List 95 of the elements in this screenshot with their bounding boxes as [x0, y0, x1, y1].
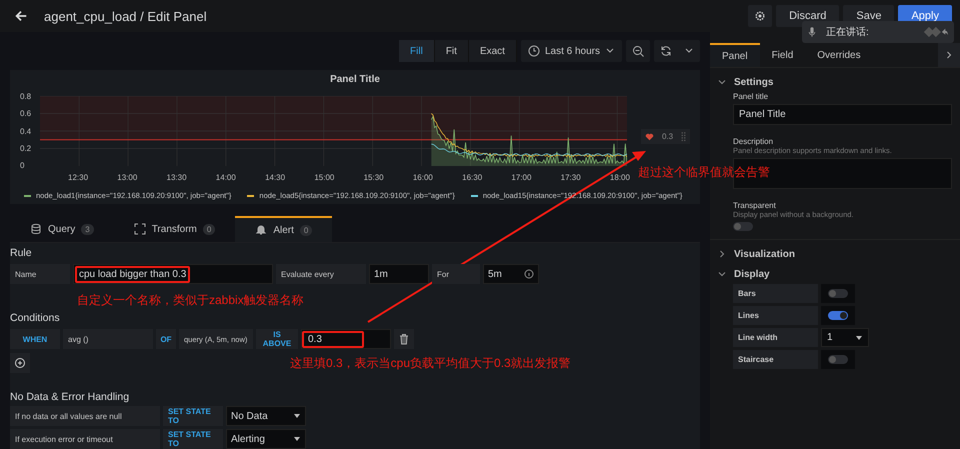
reducer-selector[interactable]: avg (): [63, 329, 153, 349]
settings-button[interactable]: [748, 5, 772, 27]
x-axis-label: 17:30: [560, 173, 581, 182]
toggle-switch[interactable]: [828, 355, 848, 364]
for-field[interactable]: 5m: [483, 264, 539, 284]
threshold-handle[interactable]: 0.3: [641, 129, 690, 144]
x-axis-label: 17:00: [511, 173, 532, 182]
annotation-text: 这里填0.3，表示当cpu负载平均值大于0.3就出发报警: [290, 355, 571, 372]
field-label: If no data or all values are null: [10, 406, 160, 426]
options-tab[interactable]: Panel: [710, 43, 760, 67]
field-label: Name: [10, 264, 70, 284]
evaluate-field[interactable]: 1m: [369, 264, 429, 284]
caret-icon: [855, 334, 863, 340]
field-label: If execution error or timeout: [10, 429, 160, 449]
panel-title: Panel Title: [329, 74, 381, 87]
toggle-switch[interactable]: [828, 289, 848, 298]
time-range-picker[interactable]: Last 6 hours: [520, 40, 622, 62]
section-heading: No Data & Error Handling: [10, 391, 130, 403]
trash-icon: [398, 333, 410, 345]
transform-icon: [134, 223, 146, 236]
y-axis-label: 0.4: [20, 126, 32, 136]
keyword-label: SET STATE TO: [163, 406, 223, 426]
plus-icon: [14, 357, 26, 369]
editor-tab[interactable]: Transform 0: [114, 216, 236, 242]
x-axis-label: 14:30: [265, 173, 286, 182]
caret-icon: [293, 436, 301, 442]
x-axis-label: 13:00: [117, 173, 138, 182]
option-label: Staircase: [733, 350, 818, 369]
zoom-out-icon: [632, 45, 644, 57]
threshold-field[interactable]: 0.3: [301, 329, 391, 349]
x-axis-label: 16:30: [462, 173, 482, 182]
section-header[interactable]: Display: [718, 264, 770, 284]
add-condition-button[interactable]: [10, 353, 30, 373]
view-mode-button[interactable]: Fill: [399, 40, 435, 62]
option-label: Line width: [733, 328, 818, 347]
voice-status: 正在讲话:: [826, 26, 869, 39]
back-icon[interactable]: [14, 9, 28, 23]
x-axis-label: 18:00: [610, 173, 630, 182]
microphone-icon: [808, 26, 816, 38]
view-mode-button[interactable]: Fit: [434, 40, 469, 62]
chevron-right-icon: [944, 50, 954, 60]
toggle-switch[interactable]: [828, 311, 848, 320]
option-label: Lines: [733, 306, 818, 325]
option-label: Transparent: [733, 201, 777, 210]
state-dropdown[interactable]: No Data: [226, 406, 306, 426]
clock-icon: [528, 45, 540, 57]
editor-tab[interactable]: Alert 0: [235, 216, 332, 242]
option-label: Description: [733, 137, 774, 146]
drag-handle-icon: [681, 132, 686, 142]
options-tab[interactable]: Field: [760, 43, 806, 67]
state-dropdown[interactable]: Alerting: [226, 429, 306, 449]
caret-icon: [293, 413, 301, 419]
refresh-icon: [660, 45, 672, 57]
section-header[interactable]: Settings: [718, 72, 774, 92]
line-width-dropdown[interactable]: 1: [821, 328, 869, 347]
panel-title-field[interactable]: Panel Title: [733, 104, 952, 125]
keyword-label: WHEN: [10, 329, 60, 349]
info-icon: [524, 269, 534, 279]
highlighted-value: 0.3: [302, 330, 364, 348]
annotation-text: 超过这个临界值就会告警: [638, 164, 770, 181]
options-tab[interactable]: Overrides: [805, 43, 873, 67]
section-header[interactable]: Visualization: [718, 244, 795, 264]
x-axis-label: 16:00: [412, 173, 433, 182]
y-axis-label: 0.8: [20, 92, 32, 101]
x-axis-label: 15:30: [364, 173, 384, 182]
bell-icon: [255, 224, 268, 236]
zoom-out-button[interactable]: [626, 40, 650, 62]
toggle-switch[interactable]: [733, 222, 753, 231]
x-axis-label: 15:00: [314, 173, 334, 182]
x-axis-label: 14:00: [216, 173, 236, 182]
section-heading: Rule: [10, 247, 33, 259]
page-title: agent_cpu_load / Edit Panel: [44, 8, 207, 24]
delete-button[interactable]: [394, 329, 414, 349]
x-axis-label: 13:30: [166, 173, 187, 182]
annotation-text: 自定义一个名称，类似于zabbix触发器名称: [77, 292, 305, 306]
highlighted-value: cpu load bigger than 0.3: [75, 266, 190, 282]
evaluator-selector[interactable]: IS ABOVE: [256, 329, 298, 349]
option-label: Bars: [733, 284, 818, 303]
reply-icon[interactable]: [922, 26, 948, 38]
keyword-label: SET STATE TO: [163, 429, 223, 449]
x-axis-label: 12:30: [68, 173, 88, 182]
settings-icon: [754, 10, 766, 22]
field-label: For: [432, 264, 480, 284]
option-label: Panel title: [733, 92, 770, 101]
editor-tab[interactable]: Query 3: [10, 216, 114, 242]
heart-icon: [645, 132, 654, 140]
field-label: Evaluate every: [276, 264, 366, 284]
keyword-label: OF: [156, 329, 176, 349]
y-axis-label: 0.6: [20, 109, 32, 118]
y-axis-label: 0.2: [20, 144, 32, 153]
section-heading: Conditions: [10, 312, 61, 324]
database-icon: [30, 223, 42, 236]
y-axis-label: 0: [20, 161, 24, 170]
name-field[interactable]: cpu load bigger than 0.3: [73, 264, 273, 284]
view-mode-button[interactable]: Exact: [468, 40, 517, 62]
